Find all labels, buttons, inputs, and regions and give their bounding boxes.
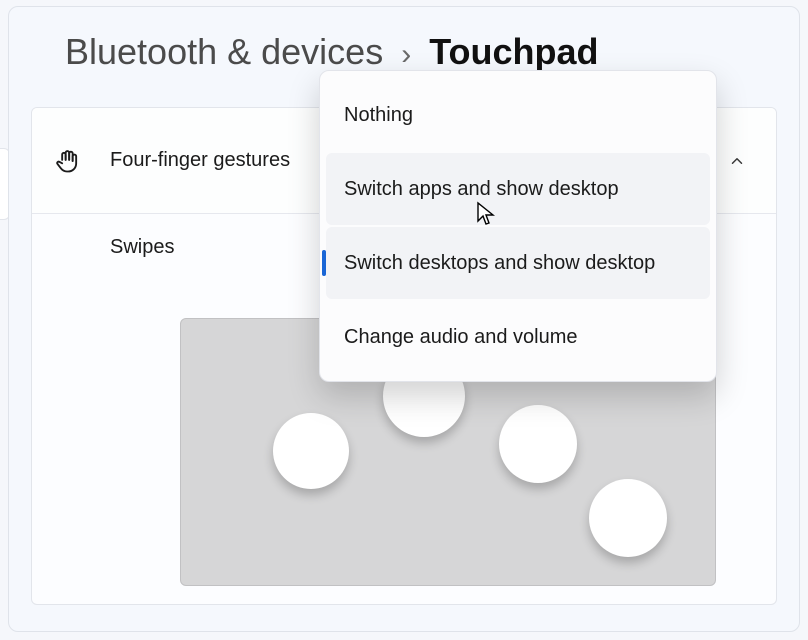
dropdown-option-change-audio[interactable]: Change audio and volume xyxy=(326,301,710,373)
dropdown-option-switch-desktops[interactable]: Switch desktops and show desktop xyxy=(326,227,710,299)
finger-dot xyxy=(499,405,577,483)
dropdown-option-label: Switch desktops and show desktop xyxy=(344,252,655,275)
dropdown-option-label: Nothing xyxy=(344,104,413,127)
breadcrumb-current: Touchpad xyxy=(429,31,598,73)
chevron-up-icon[interactable] xyxy=(728,152,746,170)
finger-dot xyxy=(589,479,667,557)
swipes-dropdown[interactable]: Nothing Switch apps and show desktop Swi… xyxy=(319,70,717,382)
dropdown-option-switch-apps[interactable]: Switch apps and show desktop xyxy=(326,153,710,225)
dropdown-option-label: Change audio and volume xyxy=(344,326,578,349)
finger-dot xyxy=(273,413,349,489)
swipes-label: Swipes xyxy=(110,236,174,259)
breadcrumb-parent[interactable]: Bluetooth & devices xyxy=(65,31,383,73)
dropdown-option-label: Switch apps and show desktop xyxy=(344,178,619,201)
chevron-right-icon: › xyxy=(401,38,411,72)
hand-icon xyxy=(54,147,82,175)
breadcrumb: Bluetooth & devices › Touchpad xyxy=(31,31,777,73)
dropdown-option-nothing[interactable]: Nothing xyxy=(326,79,710,151)
